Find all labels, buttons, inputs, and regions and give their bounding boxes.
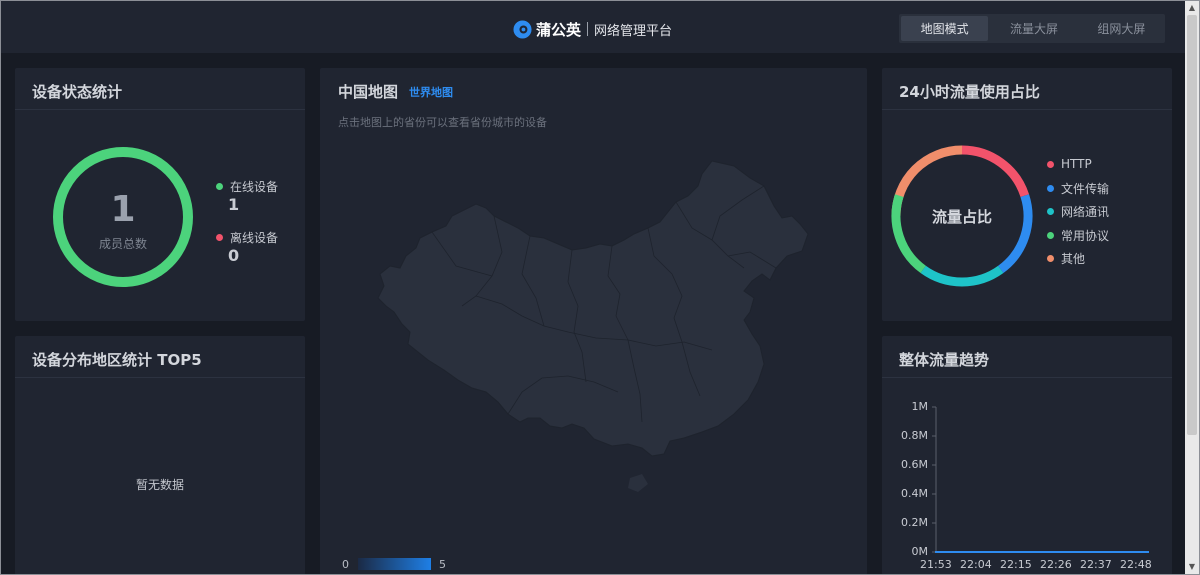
empty-state-text: 暂无数据 <box>135 478 184 492</box>
tab-map-mode[interactable]: 地图模式 <box>901 16 989 41</box>
legend-dot <box>1047 185 1054 192</box>
scroll-down-icon[interactable]: ▼ <box>1187 562 1197 572</box>
panel-title: 24小时流量使用占比 <box>899 83 1040 101</box>
legend-label: 文件传输 <box>1061 182 1110 196</box>
legend-network-comm[interactable]: 网络通讯 <box>1047 203 1109 220</box>
online-count: 1 <box>228 195 240 214</box>
x-tick-label: 22:15 <box>1000 558 1032 571</box>
brand-divider <box>587 22 589 36</box>
mode-tabs: 地图模式 流量大屏 组网大屏 <box>899 14 1165 43</box>
top-header: 蒲公英 网络管理平台 地图模式 流量大屏 组网大屏 <box>1 1 1185 53</box>
divider <box>882 109 1172 110</box>
y-tick-label: 0M <box>911 545 929 558</box>
device-status-panel: 设备状态统计 1 成员总数 在线设备 1 离线设备 0 <box>15 68 305 321</box>
hainan-shape[interactable] <box>628 474 648 492</box>
y-tick-label: 0.6M <box>901 458 928 471</box>
offline-count: 0 <box>228 246 240 265</box>
online-label: 在线设备 <box>230 180 279 194</box>
china-mainland-shape[interactable] <box>377 160 809 457</box>
trend-chart[interactable] <box>882 336 1172 575</box>
region-top5-panel: 设备分布地区统计 TOP5 暂无数据 <box>15 336 305 575</box>
scale-max-label: 5 <box>439 558 446 571</box>
legend-online: 在线设备 <box>216 178 278 195</box>
legend-other[interactable]: 其他 <box>1047 250 1085 267</box>
x-tick-label: 21:53 <box>920 558 952 571</box>
pgy-logo-icon <box>513 19 532 39</box>
y-tick-label: 1M <box>911 400 929 413</box>
donut-center-label: 流量占比 <box>931 208 992 226</box>
visual-map-scale[interactable] <box>358 558 431 570</box>
divider <box>15 109 305 110</box>
x-tick-label: 22:26 <box>1040 558 1072 571</box>
divider <box>15 377 305 378</box>
legend-label: 网络通讯 <box>1061 205 1110 219</box>
panel-title: 设备状态统计 <box>32 83 123 101</box>
page-scrollbar[interactable]: ▲ ▼ <box>1185 1 1199 574</box>
offline-label: 离线设备 <box>230 231 279 245</box>
legend-file-transfer[interactable]: 文件传输 <box>1047 180 1109 197</box>
tab-network-screen[interactable]: 组网大屏 <box>1078 14 1165 43</box>
brand: 蒲公英 网络管理平台 <box>513 18 672 40</box>
y-tick-label: 0.8M <box>901 429 928 442</box>
x-tick-label: 22:48 <box>1120 558 1152 571</box>
legend-http[interactable]: HTTP <box>1047 157 1092 171</box>
map-title: 中国地图 <box>338 83 399 101</box>
brand-name: 蒲公英 <box>536 20 582 39</box>
member-total-value: 1 <box>110 189 136 230</box>
member-total-ring: 1 成员总数 <box>51 145 195 289</box>
x-tick-label: 22:04 <box>960 558 992 571</box>
y-tick-label: 0.2M <box>901 516 928 529</box>
online-dot <box>216 183 223 190</box>
member-total-label: 成员总数 <box>98 237 147 251</box>
legend-label: 常用协议 <box>1061 229 1110 243</box>
y-tick-label: 0.4M <box>901 487 928 500</box>
legend-dot <box>1047 160 1054 168</box>
scale-min-label: 0 <box>342 558 349 571</box>
legend-dot <box>1047 232 1054 239</box>
panel-title: 设备分布地区统计 TOP5 <box>32 351 202 369</box>
traffic-share-panel: 24小时流量使用占比 流量占比 HTTP 文件传输 网络通讯 常用协议 其他 <box>882 68 1172 321</box>
legend-label: HTTP <box>1061 157 1092 171</box>
scroll-thumb[interactable] <box>1187 15 1197 435</box>
legend-dot <box>1047 255 1054 262</box>
x-tick-label: 22:37 <box>1080 558 1112 571</box>
offline-dot <box>216 234 223 241</box>
legend-dot <box>1047 208 1054 215</box>
china-map[interactable] <box>372 156 812 501</box>
legend-label: 其他 <box>1061 252 1086 266</box>
china-map-panel: 中国地图 世界地图 点击地图上的省份可以查看省份城市的设备 0 5 <box>320 68 867 575</box>
legend-offline: 离线设备 <box>216 229 278 246</box>
world-map-link[interactable]: 世界地图 <box>409 84 453 100</box>
tab-traffic-screen[interactable]: 流量大屏 <box>990 14 1077 43</box>
traffic-share-donut: 流量占比 <box>890 144 1034 288</box>
legend-common-protocol[interactable]: 常用协议 <box>1047 227 1109 244</box>
map-hint: 点击地图上的省份可以查看省份城市的设备 <box>338 116 547 129</box>
platform-title: 网络管理平台 <box>594 23 673 39</box>
scroll-up-icon[interactable]: ▲ <box>1187 3 1197 13</box>
traffic-trend-panel: 整体流量趋势 1M 0.8M 0.6M 0.4M 0.2M 0M 21:53 22:04 22:… <box>882 336 1172 575</box>
